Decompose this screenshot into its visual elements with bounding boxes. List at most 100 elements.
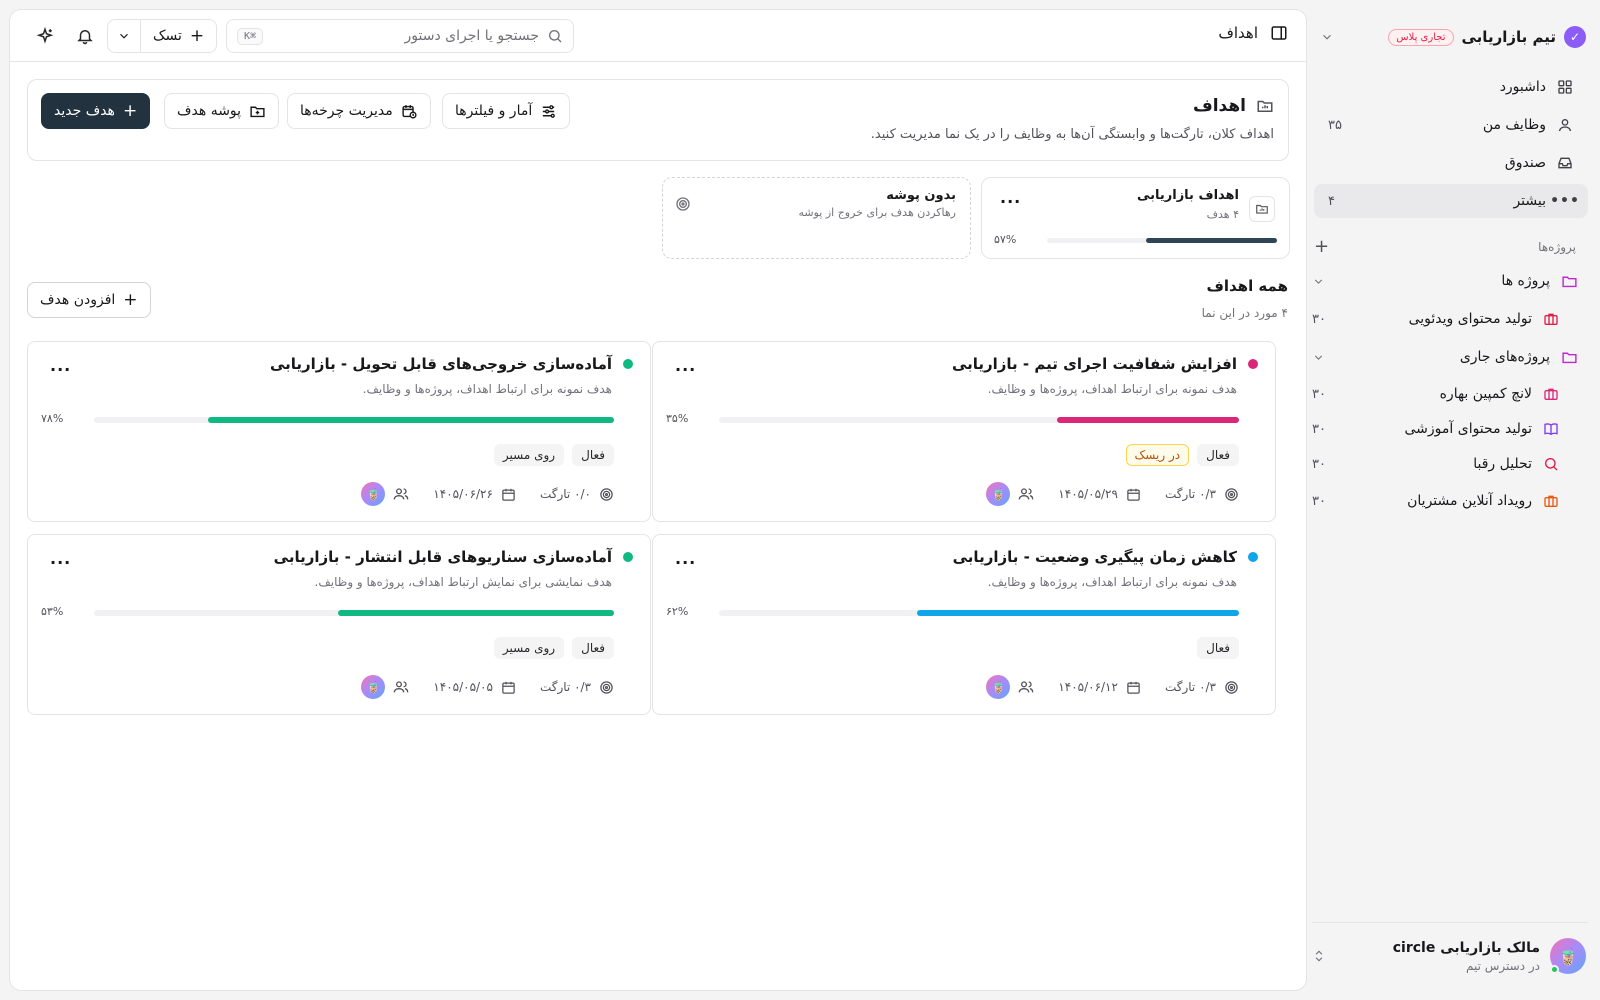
goal-meta: ۰/۳ تارگت ۱۴۰۵/۰۶/۱۲ 🧋 bbox=[986, 675, 1239, 699]
goal-more-button[interactable]: ··· bbox=[50, 360, 71, 379]
sparkle-icon bbox=[36, 27, 54, 45]
manage-cycles-label: مدیریت چرخه‌ها bbox=[300, 103, 393, 119]
goal-due-date: ۱۴۰۵/۰۶/۱۲ bbox=[1058, 680, 1118, 694]
status-badge: فعال bbox=[572, 444, 614, 466]
status-badge: فعال bbox=[572, 637, 614, 659]
owner-avatar[interactable]: 🧋 bbox=[361, 675, 386, 699]
chevron-up-down-icon[interactable] bbox=[1312, 949, 1326, 963]
sidebar-folder-projects[interactable]: پروژه ها bbox=[1312, 265, 1578, 297]
search-placeholder: جستجو یا اجرای دستور bbox=[404, 28, 539, 44]
goal-badges: فعال روی مسیر bbox=[493, 637, 614, 659]
goal-progress-fill bbox=[916, 610, 1239, 616]
sidebar-item-inbox[interactable]: صندوق bbox=[1314, 146, 1588, 180]
goal-card[interactable]: آماده‌سازی سناریوهای قابل انتشار - بازار… bbox=[27, 534, 651, 715]
users-icon[interactable] bbox=[393, 486, 409, 502]
stats-filters-button[interactable]: آمار و فیلترها bbox=[442, 93, 571, 129]
grid-icon bbox=[1556, 78, 1574, 96]
main-panel: اهداف جستجو یا اجرای دستور ⌘K + تسک اهدا… bbox=[9, 9, 1307, 991]
sidebar-project-video[interactable]: تولید محتوای ویدئویی ۳۰ bbox=[1312, 303, 1560, 335]
sidebar-item-count: ۳۰ bbox=[1312, 311, 1326, 327]
sidebar-item-count: ۳۰ bbox=[1312, 493, 1326, 509]
team-switcher[interactable]: ✓ تیم بازاریابی تجاری پلاس bbox=[1314, 20, 1586, 54]
sidebar-toggle-icon[interactable] bbox=[1270, 24, 1288, 42]
page-title: اهداف bbox=[1193, 96, 1274, 116]
goal-due-date: ۱۴۰۵/۰۶/۲۶ bbox=[433, 487, 493, 501]
add-goal-button[interactable]: + افزودن هدف bbox=[27, 282, 151, 318]
users-icon[interactable] bbox=[1018, 486, 1034, 502]
calendar-icon bbox=[501, 487, 516, 502]
calendar-icon bbox=[501, 680, 516, 695]
owner-avatar[interactable]: 🧋 bbox=[361, 482, 386, 506]
sidebar-item-label: بیشتر bbox=[1513, 193, 1546, 209]
sidebar-item-label: وظایف من bbox=[1482, 117, 1546, 133]
chevron-down-icon[interactable] bbox=[1312, 351, 1325, 364]
new-goal-button[interactable]: + هدف جدید bbox=[41, 93, 151, 129]
goal-meta: ۰/۰ تارگت ۱۴۰۵/۰۶/۲۶ 🧋 bbox=[361, 482, 614, 506]
goal-folder-label: پوشه هدف bbox=[177, 103, 242, 119]
folder-progress-track bbox=[1047, 238, 1277, 243]
sidebar-item-my-tasks[interactable]: وظایف من ۳۵ bbox=[1314, 108, 1588, 142]
folder-icon bbox=[1560, 348, 1578, 366]
chevron-down-icon[interactable] bbox=[1312, 275, 1325, 288]
book-icon bbox=[1542, 420, 1560, 438]
goal-folder-card[interactable]: اهداف بازاریابی ۴ هدف ··· ۵۷% bbox=[981, 177, 1290, 259]
chevron-down-icon bbox=[117, 29, 131, 43]
goal-more-button[interactable]: ··· bbox=[50, 553, 71, 572]
goal-card[interactable]: افزایش شفافیت اجرای تیم - بازاریابی هدف … bbox=[652, 341, 1276, 522]
search-input[interactable]: جستجو یا اجرای دستور ⌘K bbox=[226, 19, 574, 53]
owner-avatar[interactable]: 🧋 bbox=[986, 675, 1011, 699]
task-dropdown-button[interactable] bbox=[108, 20, 140, 52]
sidebar-item-count: ۳۰ bbox=[1312, 421, 1326, 437]
sidebar-project-online-event[interactable]: رویداد آنلاین مشتریان ۳۰ bbox=[1312, 485, 1560, 517]
manage-cycles-button[interactable]: مدیریت چرخه‌ها bbox=[287, 93, 431, 129]
users-icon[interactable] bbox=[1018, 679, 1034, 695]
status-badge: روی مسیر bbox=[493, 637, 565, 659]
goal-progress-percent: ۷۸% bbox=[41, 412, 64, 425]
new-task-label: تسک bbox=[153, 28, 182, 44]
sidebar-item-count: ۴ bbox=[1328, 193, 1335, 209]
goal-progress-track bbox=[719, 417, 1239, 423]
folder-plus-icon bbox=[249, 103, 266, 120]
search-shortcut: ⌘K bbox=[237, 27, 264, 45]
sidebar-item-label: تولید محتوای ویدئویی bbox=[1408, 311, 1532, 327]
sidebar-item-more[interactable]: ••• بیشتر ۴ bbox=[1314, 184, 1588, 218]
goal-folder-button[interactable]: پوشه هدف bbox=[164, 93, 280, 129]
no-folder-dropzone[interactable]: بدون پوشه رهاکردن هدف برای خروج از پوشه bbox=[662, 177, 971, 259]
goal-card[interactable]: آماده‌سازی خروجی‌های قابل تحویل - بازاری… bbox=[27, 341, 651, 522]
users-icon[interactable] bbox=[393, 679, 409, 695]
goal-due-date: ۱۴۰۵/۰۵/۰۵ bbox=[433, 680, 493, 694]
goal-progress-track bbox=[94, 610, 614, 616]
sidebar-item-label: داشبورد bbox=[1499, 79, 1546, 95]
sidebar-project-competitors[interactable]: تحلیل رقبا ۳۰ bbox=[1312, 448, 1560, 480]
goal-targets: ۰/۰ تارگت bbox=[539, 487, 591, 501]
goal-color-dot bbox=[1248, 359, 1258, 369]
page-title-label: اهداف bbox=[1192, 96, 1246, 116]
goal-more-button[interactable]: ··· bbox=[675, 553, 696, 572]
sidebar-item-label: صندوق bbox=[1504, 155, 1546, 171]
folder-more-button[interactable]: ··· bbox=[1000, 192, 1021, 211]
chevron-down-icon[interactable] bbox=[1320, 30, 1334, 44]
sidebar-project-educational[interactable]: تولید محتوای آموزشی ۳۰ bbox=[1312, 413, 1560, 445]
goal-card[interactable]: کاهش زمان پیگیری وضعیت - بازاریابی هدف ن… bbox=[652, 534, 1276, 715]
goal-progress-fill bbox=[1057, 417, 1239, 423]
add-project-icon[interactable]: + bbox=[1314, 238, 1329, 256]
sidebar-folder-current-projects[interactable]: پروژه‌های جاری bbox=[1312, 341, 1578, 373]
sidebar-item-dashboard[interactable]: داشبورد bbox=[1314, 70, 1588, 104]
notifications-button[interactable] bbox=[71, 22, 99, 50]
online-status-dot bbox=[1550, 965, 1559, 974]
goal-targets: ۰/۳ تارگت bbox=[1164, 680, 1216, 694]
folder-goal-count: ۴ هدف bbox=[1206, 208, 1239, 221]
new-task-button[interactable]: + تسک bbox=[141, 20, 216, 52]
sidebar-item-label: تحلیل رقبا bbox=[1473, 456, 1532, 472]
ai-assistant-button[interactable] bbox=[31, 22, 59, 50]
owner-avatar[interactable]: 🧋 bbox=[986, 482, 1011, 506]
topbar: اهداف جستجو یا اجرای دستور ⌘K + تسک bbox=[10, 10, 1306, 62]
sidebar-project-spring-campaign[interactable]: لانچ کمپین بهاره ۳۰ bbox=[1312, 378, 1560, 410]
goal-progress-fill bbox=[338, 610, 614, 616]
briefcase-icon bbox=[1542, 310, 1560, 328]
folder-progress-fill bbox=[1145, 238, 1277, 243]
user-menu[interactable]: 🧋 مالک بازاریابی circle در دسترس تیم bbox=[1312, 932, 1586, 980]
goal-more-button[interactable]: ··· bbox=[675, 360, 696, 379]
goal-badges: فعال bbox=[1197, 637, 1239, 659]
goal-color-dot bbox=[1248, 552, 1258, 562]
